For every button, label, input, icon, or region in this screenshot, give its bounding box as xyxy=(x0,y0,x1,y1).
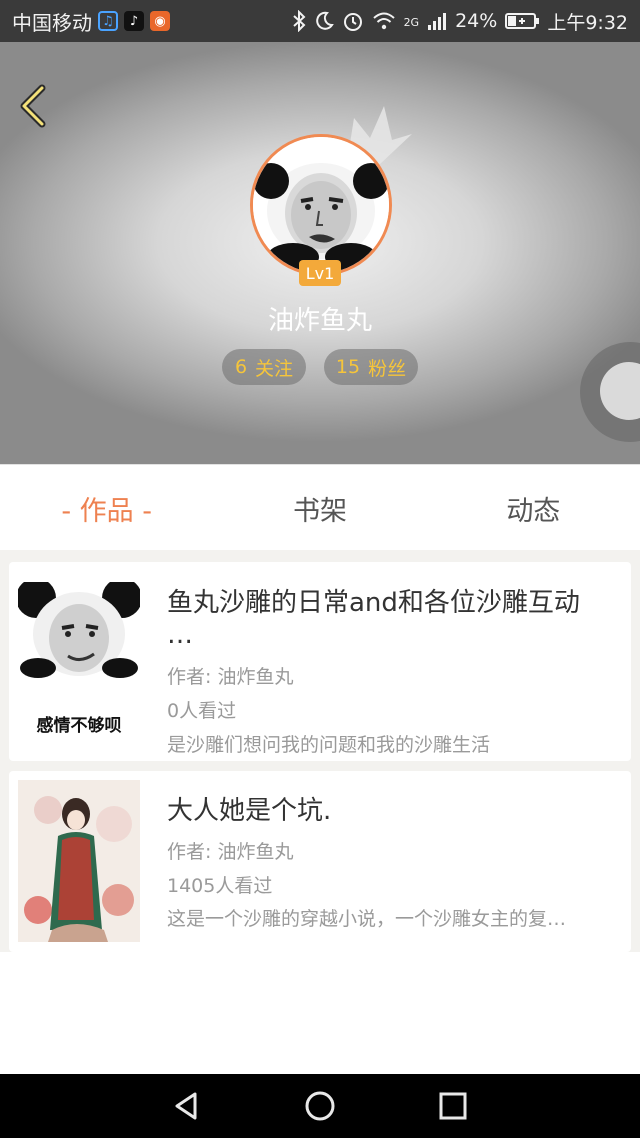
user-nickname: 油炸鱼丸 xyxy=(267,306,372,336)
fans-label: 粉丝 xyxy=(368,357,407,380)
tab-activity[interactable]: 动态 xyxy=(427,489,640,528)
works-list: 感情不够呗 鱼丸沙雕的日常and和各位沙雕互动 … 作者: 油炸鱼丸 0人看过 … xyxy=(0,550,640,952)
following-label: 关注 xyxy=(255,357,294,380)
orange-app-icon: ◉ xyxy=(150,11,170,31)
wifi-icon xyxy=(372,11,396,31)
back-button[interactable] xyxy=(14,82,54,130)
network-type-label: 2G xyxy=(403,15,420,29)
ancient-lady-illustration-cover xyxy=(18,780,140,942)
signal-icon xyxy=(427,11,447,31)
avatar[interactable] xyxy=(250,134,392,276)
floating-button-knob xyxy=(600,362,640,420)
level-badge: Lv1 xyxy=(299,260,341,286)
work-cover-image xyxy=(18,780,140,942)
work-author: 作者: 油炸鱼丸 xyxy=(167,666,294,688)
recents-nav-icon[interactable] xyxy=(433,1086,473,1126)
bluetooth-icon xyxy=(292,10,306,32)
tiktok-app-icon: ♪ xyxy=(124,11,144,31)
home-nav-icon[interactable] xyxy=(300,1086,340,1126)
status-bar: 中国移动 ♫ ♪ ◉ 2G 24% 上午9:32 xyxy=(0,0,640,42)
alarm-icon xyxy=(342,10,364,32)
work-author: 作者: 油炸鱼丸 xyxy=(167,841,294,863)
tab-bar: - 作品 - 书架 动态 xyxy=(0,464,640,551)
following-count: 6 xyxy=(234,356,248,378)
work-views: 0人看过 xyxy=(167,700,237,722)
carrier-label: 中国移动 xyxy=(12,10,92,35)
cover-caption: 感情不够呗 xyxy=(36,716,122,736)
following-stat[interactable]: 6 关注 xyxy=(222,349,306,385)
fans-stat[interactable]: 15 粉丝 xyxy=(324,349,418,385)
headset-app-icon: ♫ xyxy=(98,11,118,31)
system-nav-bar xyxy=(0,1074,640,1138)
moon-icon xyxy=(314,11,334,31)
clock-label: 上午9:32 xyxy=(547,11,628,34)
work-title: 大人她是个坑. xyxy=(167,796,332,826)
tab-bookshelf[interactable]: 书架 xyxy=(213,489,426,528)
battery-label: 24% xyxy=(455,10,498,32)
work-description: 这是一个沙雕的穿越小说，一个沙雕女主的复… xyxy=(167,908,567,930)
battery-icon xyxy=(505,12,540,30)
work-cover-image: 感情不够呗 xyxy=(18,582,140,744)
work-card[interactable]: 大人她是个坑. 作者: 油炸鱼丸 1405人看过 这是一个沙雕的穿越小说，一个沙… xyxy=(9,771,631,952)
floating-assistive-button[interactable] xyxy=(580,342,640,442)
profile-header: Lv1 油炸鱼丸 6 关注 15 粉丝 xyxy=(0,42,640,464)
panda-meme-avatar-image xyxy=(253,137,389,273)
work-card[interactable]: 感情不够呗 鱼丸沙雕的日常and和各位沙雕互动 … 作者: 油炸鱼丸 0人看过 … xyxy=(9,562,631,761)
work-description: 是沙雕们想问我的问题和我的沙雕生活 xyxy=(167,734,491,756)
back-nav-icon[interactable] xyxy=(167,1086,207,1126)
work-views: 1405人看过 xyxy=(167,875,273,897)
fans-count: 15 xyxy=(335,356,361,378)
work-title: 鱼丸沙雕的日常and和各位沙雕互动 … xyxy=(167,588,580,650)
chevron-left-icon xyxy=(20,84,46,128)
tab-works[interactable]: - 作品 - xyxy=(0,489,213,528)
